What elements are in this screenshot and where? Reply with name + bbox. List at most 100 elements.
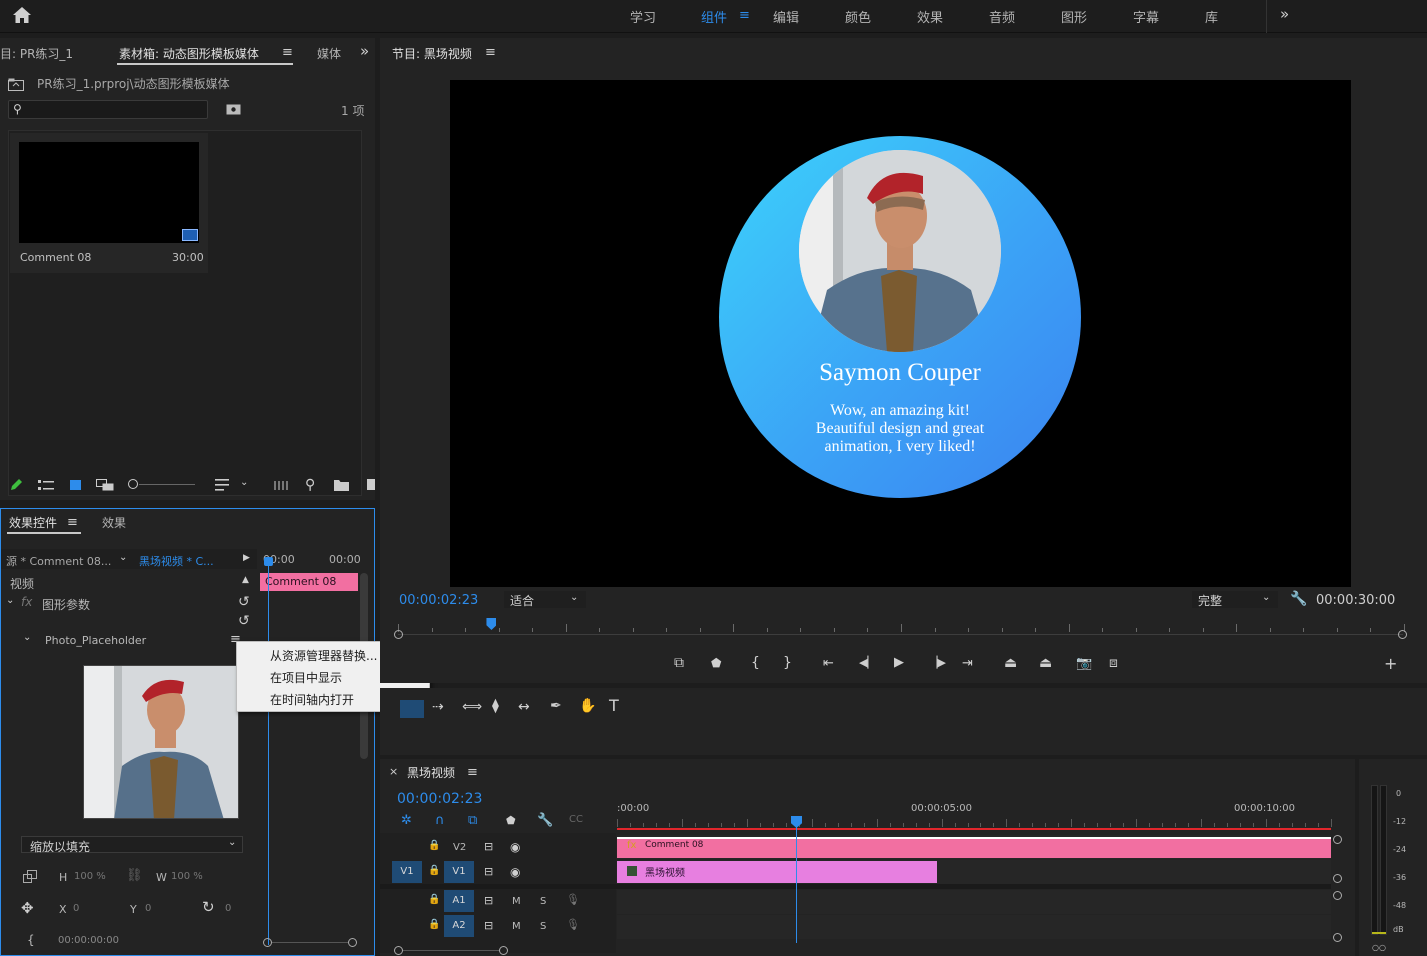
sync-lock-icon[interactable]: ⊟ [484,920,493,931]
mic-icon[interactable]: 🎙 [566,919,580,930]
go-to-in-icon[interactable]: ⇤ [823,657,834,670]
workspace-edit[interactable]: 编辑 [773,7,799,26]
sync-lock-icon[interactable]: ⊟ [484,841,493,852]
workspace-captions[interactable]: 字幕 [1133,7,1159,26]
clip-tile[interactable]: Comment 08 30:00 [10,133,208,273]
mute-a2-button[interactable]: M [512,921,521,932]
program-timecode[interactable]: 00:00:02:23 [399,593,478,608]
sequence-clip-link[interactable]: 黑场视频 * C... [139,553,214,569]
track-scroll-handle[interactable] [1333,835,1342,844]
chevron-double-right-icon[interactable]: » [360,44,369,59]
scale-mode-select[interactable]: 缩放以填充 ⌄ [21,836,243,854]
freeform-view-icon[interactable] [96,479,115,491]
workspace-menu-icon[interactable]: ≡ [739,9,750,22]
quality-select[interactable]: 完整 ⌄ [1192,591,1278,608]
menu-item-replace-from-explorer[interactable]: 从资源管理器替换... [270,647,377,664]
new-search-bin-icon[interactable] [226,103,241,115]
bin-search-input[interactable]: ⚲ [8,100,208,119]
photo-placeholder-thumbnail[interactable] [83,665,239,819]
zoom-slider-track[interactable] [139,484,195,485]
marker-icon[interactable]: ⬟ [711,657,721,669]
unlink-icon[interactable]: ⛓ [126,869,143,882]
solo-meter-buttons-icon[interactable]: ○○ [1372,943,1386,952]
snap-magnet-icon[interactable]: ∩ [435,814,445,827]
camera-icon[interactable]: 📷 [1076,657,1092,670]
pen-tool-icon[interactable]: ✒ [550,699,562,713]
slip-tool-icon[interactable]: ↔ [518,700,530,714]
icon-view-icon[interactable] [70,480,81,490]
reset-icon[interactable]: ↺ [238,614,250,628]
tab-menu-icon[interactable]: ≡ [282,46,293,59]
workspace-audio[interactable]: 音频 [989,7,1015,26]
workspace-color[interactable]: 颜色 [845,7,871,26]
track-select-tool-icon[interactable]: ⇢ [432,700,444,714]
chevron-down-icon[interactable]: ⌄ [6,596,14,606]
y-value[interactable]: 0 [145,903,151,914]
program-monitor-title[interactable]: 节目: 黑场视频 [392,45,472,62]
close-icon[interactable]: × [389,766,398,777]
tab-menu-icon[interactable]: ≡ [467,766,478,779]
lock-icon[interactable]: 🔒 [428,841,440,851]
track-a2-lane[interactable] [617,915,1331,939]
tab-menu-icon[interactable]: ≡ [485,46,496,59]
mute-a1-button[interactable]: M [512,896,521,907]
sync-lock-icon[interactable]: ⊟ [484,866,493,877]
track-a1-label[interactable]: A1 [444,890,474,912]
step-back-icon[interactable]: ◀▏ [859,657,876,668]
tab-media[interactable]: 媒体 [317,45,341,62]
workspace-graphics[interactable]: 图形 [1061,7,1087,26]
ec-zoom-track[interactable] [272,942,348,943]
step-forward-icon[interactable]: ▕▶ [929,657,946,668]
lock-icon[interactable]: 🔒 [428,920,440,930]
bin-up-icon[interactable] [8,78,24,91]
sync-lock-icon[interactable]: ⊟ [484,895,493,906]
solo-a2-button[interactable]: S [540,921,546,932]
timeline-ruler[interactable] [617,817,1332,827]
nest-icon[interactable]: ✲ [401,814,412,827]
new-bin-icon[interactable] [334,479,349,491]
wrench-icon[interactable]: 🔧 [1290,592,1307,606]
new-item-icon[interactable] [367,479,375,490]
type-tool-icon[interactable]: T [609,698,619,714]
menu-item-open-in-timeline[interactable]: 在时间轴内打开 [270,691,354,708]
tab-bin[interactable]: 素材箱: 动态图形模板媒体 [119,45,259,62]
captions-icon[interactable]: CC [569,815,583,825]
x-value[interactable]: 0 [73,903,79,914]
workspace-assembly[interactable]: 组件 [701,7,727,26]
collapse-up-icon[interactable]: ▲ [242,576,249,585]
program-scrub-ruler[interactable] [398,618,1405,632]
tl-zoom-end-handle[interactable] [499,946,508,955]
wrench-icon[interactable]: 🔧 [537,814,553,827]
add-button-icon[interactable]: + [1384,656,1397,672]
workspace-libraries[interactable]: 库 [1205,7,1218,26]
chevron-double-right-icon[interactable]: » [1280,7,1289,22]
width-value[interactable]: 100 % [171,871,203,882]
lock-icon[interactable]: 🔒 [428,895,440,905]
compare-view-icon[interactable]: ⧈ [1109,656,1118,670]
ec-zoom-start-handle[interactable] [263,938,272,947]
chevron-down-icon[interactable]: ⌄ [119,553,127,563]
workspace-learn[interactable]: 学习 [630,7,656,26]
tl-zoom-start-handle[interactable] [394,946,403,955]
mark-in-icon[interactable]: { [751,656,760,670]
tl-zoom-track[interactable] [403,950,499,951]
play-triangle-icon[interactable]: ▶ [243,554,250,563]
timeline-timecode[interactable]: 00:00:02:23 [397,791,482,807]
fit-select[interactable]: 适合 ⌄ [504,591,586,608]
track-scroll-handle[interactable] [1333,891,1342,900]
source-v1-patch[interactable]: V1 [392,861,422,883]
ec-zoom-end-handle[interactable] [348,938,357,947]
track-scroll-handle[interactable] [1333,933,1342,942]
tab-project[interactable]: 目: PR练习_1 [0,45,73,62]
track-scroll-handle[interactable] [1333,874,1342,883]
selection-tool-icon[interactable] [400,700,424,718]
lock-icon[interactable]: 🔒 [428,866,440,876]
tab-effect-controls[interactable]: 效果控件 [9,514,57,531]
eye-icon[interactable]: ◉ [510,841,520,853]
extract-icon[interactable]: ⏏ [1039,656,1052,670]
tab-menu-icon[interactable]: ≡ [67,516,78,529]
eye-icon[interactable]: ◉ [510,866,520,878]
track-a2-label[interactable]: A2 [444,915,474,937]
track-v2-label[interactable]: V2 [453,842,466,853]
lift-icon[interactable]: ⏏ [1004,656,1017,670]
